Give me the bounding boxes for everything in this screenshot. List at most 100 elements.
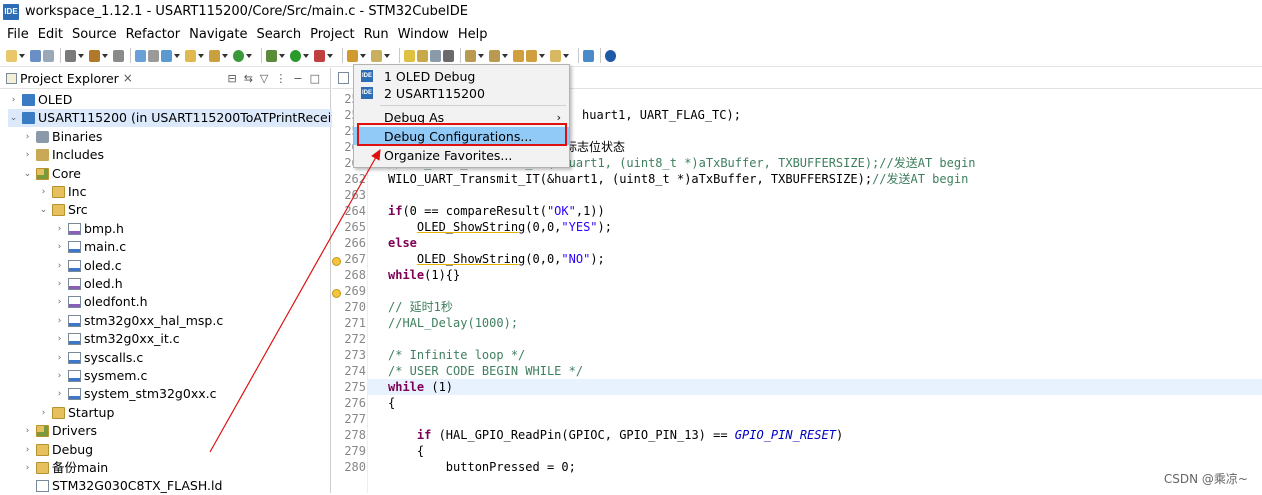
expand-toggle-icon[interactable]: ⌄ bbox=[8, 109, 19, 127]
back-icon[interactable] bbox=[526, 49, 537, 62]
chevron-down-icon[interactable] bbox=[246, 53, 252, 58]
maximize-icon[interactable]: □ bbox=[310, 72, 320, 85]
minimize-icon[interactable]: − bbox=[293, 72, 302, 85]
tree-item[interactable]: › main.c bbox=[54, 238, 126, 256]
tree-item[interactable]: › syscalls.c bbox=[54, 349, 144, 367]
open-perspective-icon[interactable] bbox=[583, 49, 594, 62]
tree-item[interactable]: › oled.h bbox=[54, 275, 123, 293]
expand-toggle-icon[interactable]: › bbox=[54, 312, 65, 330]
device-icon[interactable] bbox=[113, 49, 124, 62]
tree-item[interactable]: › 备份main bbox=[22, 459, 109, 477]
chevron-down-icon[interactable] bbox=[360, 53, 366, 58]
new-folder-icon[interactable] bbox=[185, 49, 196, 62]
expand-toggle-icon[interactable]: › bbox=[54, 257, 65, 275]
expand-toggle-icon[interactable]: ⌄ bbox=[22, 165, 33, 183]
tree-item[interactable]: ⌄ USART115200 (in USART115200ToATPrintRec… bbox=[8, 109, 347, 128]
expand-toggle-icon[interactable]: › bbox=[38, 183, 49, 201]
save-icon[interactable] bbox=[30, 49, 41, 62]
expand-toggle-icon[interactable]: › bbox=[54, 385, 65, 403]
menu-edit[interactable]: Edit bbox=[38, 27, 63, 42]
chevron-down-icon[interactable] bbox=[502, 53, 508, 58]
expand-toggle-icon[interactable]: › bbox=[22, 422, 33, 440]
block-selection-icon[interactable] bbox=[417, 49, 428, 62]
project-explorer-title[interactable]: Project Explorer bbox=[20, 71, 119, 86]
run-icon[interactable] bbox=[290, 49, 301, 62]
chevron-down-icon[interactable] bbox=[303, 53, 309, 58]
chevron-down-icon[interactable] bbox=[539, 53, 545, 58]
chevron-down-icon[interactable] bbox=[19, 53, 25, 58]
menu-window[interactable]: Window bbox=[398, 27, 449, 42]
tree-item[interactable]: › oledfont.h bbox=[54, 293, 148, 311]
tree-item[interactable]: ⌄ Core bbox=[22, 165, 81, 183]
c-file-icon[interactable] bbox=[338, 72, 349, 84]
tree-item[interactable]: › Drivers bbox=[22, 422, 97, 440]
save-all-icon[interactable] bbox=[43, 49, 54, 62]
settings-icon[interactable] bbox=[65, 49, 76, 62]
expand-toggle-icon[interactable]: › bbox=[8, 91, 19, 109]
new-file-icon[interactable] bbox=[209, 49, 220, 62]
debug-bug-icon[interactable] bbox=[266, 49, 277, 62]
mark-occurrences-icon[interactable] bbox=[404, 49, 415, 62]
expand-toggle-icon[interactable]: › bbox=[54, 275, 65, 293]
tree-item[interactable]: STM32G030C8TX_FLASH.ld bbox=[22, 477, 222, 495]
menu-file[interactable]: File bbox=[7, 27, 29, 42]
menu-run[interactable]: Run bbox=[364, 27, 389, 42]
expand-toggle-icon[interactable]: › bbox=[54, 330, 65, 348]
collapse-all-icon[interactable]: ⊟ bbox=[227, 72, 236, 85]
tree-item[interactable]: › oled.c bbox=[54, 257, 122, 275]
menu-source[interactable]: Source bbox=[72, 27, 117, 42]
info-icon[interactable] bbox=[605, 49, 616, 62]
chevron-down-icon[interactable] bbox=[174, 53, 180, 58]
prev-annotation-icon[interactable] bbox=[489, 49, 500, 62]
link-editor-icon[interactable]: ⇆ bbox=[244, 72, 253, 85]
chevron-down-icon[interactable] bbox=[198, 53, 204, 58]
chevron-down-icon[interactable] bbox=[279, 53, 285, 58]
menu-search[interactable]: Search bbox=[256, 27, 301, 42]
expand-toggle-icon[interactable]: › bbox=[54, 238, 65, 256]
menu-item-organize-favorites[interactable]: Organize Favorites... bbox=[354, 146, 569, 164]
pilcrow-icon[interactable] bbox=[443, 49, 454, 62]
expand-toggle-icon[interactable]: › bbox=[54, 349, 65, 367]
expand-toggle-icon[interactable]: ⌄ bbox=[38, 201, 49, 219]
tree-item[interactable]: ⌄ Src bbox=[38, 201, 88, 219]
chevron-down-icon[interactable] bbox=[384, 53, 390, 58]
expand-toggle-icon[interactable]: › bbox=[38, 404, 49, 422]
menu-item-oled-debug[interactable]: IDE 1 OLED Debug bbox=[354, 67, 569, 85]
expand-toggle-icon[interactable]: › bbox=[22, 441, 33, 459]
menu-project[interactable]: Project bbox=[310, 27, 354, 42]
menu-refactor[interactable]: Refactor bbox=[126, 27, 181, 42]
close-icon[interactable]: × bbox=[123, 71, 133, 85]
new-project-icon[interactable] bbox=[161, 49, 172, 62]
chevron-down-icon[interactable] bbox=[327, 53, 333, 58]
tree-item[interactable]: › stm32g0xx_it.c bbox=[54, 330, 180, 348]
tree-item[interactable]: › sysmem.c bbox=[54, 367, 148, 385]
forward-icon[interactable] bbox=[550, 49, 561, 62]
external-tools-icon[interactable] bbox=[314, 49, 325, 62]
last-edit-icon[interactable] bbox=[513, 49, 524, 62]
open-type-icon[interactable] bbox=[347, 49, 358, 62]
menu-help[interactable]: Help bbox=[458, 27, 488, 42]
build-icon[interactable] bbox=[89, 49, 100, 62]
chevron-down-icon[interactable] bbox=[563, 53, 569, 58]
refresh-icon[interactable] bbox=[233, 49, 244, 62]
expand-toggle-icon[interactable]: › bbox=[54, 220, 65, 238]
chevron-down-icon[interactable] bbox=[78, 53, 84, 58]
expand-toggle-icon[interactable]: › bbox=[54, 367, 65, 385]
tree-item[interactable]: › bmp.h bbox=[54, 220, 124, 238]
tree-item[interactable]: › Debug bbox=[22, 441, 93, 459]
search-tool-icon[interactable] bbox=[371, 49, 382, 62]
hand-icon[interactable] bbox=[148, 49, 159, 62]
expand-toggle-icon[interactable]: › bbox=[22, 459, 33, 477]
expand-toggle-icon[interactable]: › bbox=[22, 128, 33, 146]
menu-item-usart115200[interactable]: IDE 2 USART115200 bbox=[354, 84, 569, 102]
view-menu-icon[interactable]: ⋮ bbox=[275, 72, 286, 85]
next-annotation-icon[interactable] bbox=[465, 49, 476, 62]
new-icon[interactable] bbox=[6, 49, 17, 62]
menu-navigate[interactable]: Navigate bbox=[189, 27, 247, 42]
expand-toggle-icon[interactable]: › bbox=[54, 293, 65, 311]
tree-item[interactable]: › Includes bbox=[22, 146, 104, 164]
tree-item[interactable]: › stm32g0xx_hal_msp.c bbox=[54, 312, 224, 330]
tree-item[interactable]: › Binaries bbox=[22, 128, 103, 146]
word-wrap-icon[interactable] bbox=[430, 49, 441, 62]
tree-item[interactable]: › system_stm32g0xx.c bbox=[54, 385, 217, 403]
